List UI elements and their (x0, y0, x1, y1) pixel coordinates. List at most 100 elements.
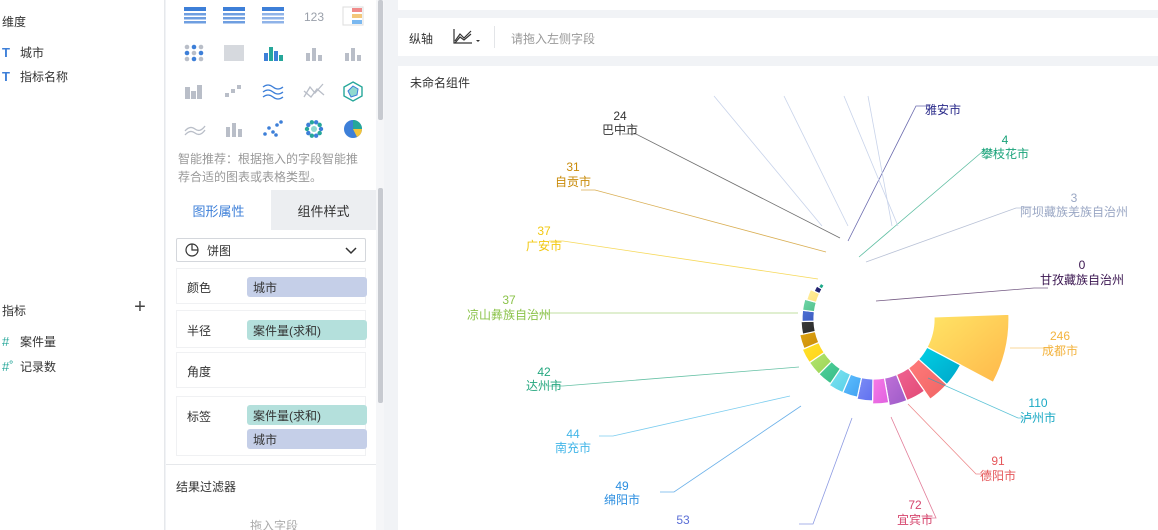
chart-canvas: 246 成都市 110 泸州市 91 德阳市 72 宜宾市 53 49 绵阳市 44 南充市 42 达州市 3… (398, 66, 1158, 530)
line-chart-icon[interactable] (452, 26, 480, 48)
slice-name-label: 雅安市 (925, 102, 961, 117)
label-leader-line (783, 95, 849, 227)
label-leader-line (858, 151, 996, 258)
field-label: 指标名称 (20, 69, 69, 84)
props-scrollbar[interactable] (378, 188, 383, 403)
slice-name-label: 自贡市 (555, 174, 591, 189)
slice-value-label: 72 (908, 498, 922, 512)
result-filter-title: 结果过滤器 (176, 480, 237, 494)
prop-color-row[interactable]: 颜色 城市 (176, 268, 367, 304)
slice-value-label: 91 (991, 454, 1005, 468)
table-icon[interactable] (184, 6, 206, 26)
divider (166, 464, 376, 465)
grouped-bar-icon[interactable] (262, 43, 284, 63)
slice-value-label: 37 (502, 293, 516, 307)
prop-angle-label: 角度 (187, 365, 212, 379)
slice-name-label: 广安市 (526, 238, 562, 253)
multi-line-icon[interactable] (262, 81, 284, 101)
component-title[interactable]: 未命名组件 (410, 74, 470, 91)
filter-dropzone[interactable]: 拖入字段 (176, 505, 372, 530)
y-axis-dropzone[interactable]: 请拖入左侧字段 (511, 30, 595, 47)
tab-graphic-properties[interactable]: 图形属性 (166, 190, 271, 230)
heatmap-icon[interactable] (223, 43, 245, 63)
text-type-icon: T (2, 68, 10, 84)
chart-type-grid: 123 (184, 6, 364, 139)
slice-name-label: 德阳市 (980, 468, 1016, 483)
slice-name-label: 宜宾市 (897, 512, 933, 527)
field-label: 记录数 (20, 359, 57, 374)
column-chart-icon[interactable] (342, 43, 364, 63)
prop-color-label: 颜色 (187, 281, 212, 295)
prop-labels-row[interactable]: 标签 案件量(求和) 城市 (176, 396, 367, 456)
slice-value-label: 24 (613, 109, 627, 123)
add-measure-button[interactable]: + (131, 297, 149, 317)
detail-table-icon[interactable] (262, 6, 284, 26)
slice-value-label: 0 (1079, 258, 1086, 272)
radius-field-pill[interactable]: 案件量(求和) (247, 320, 367, 340)
smart-recommend-hint: 智能推荐：根据拖入的字段智能推荐合适的图表或表格类型。 (178, 152, 359, 184)
slice-name-label: 成都市 (1042, 343, 1078, 358)
label-leader-line (660, 405, 802, 493)
field-city[interactable]: T 城市 (0, 42, 44, 62)
label-field-pill-city[interactable]: 城市 (247, 429, 367, 449)
slice-value-label: 49 (615, 479, 629, 493)
prop-angle-row[interactable]: 角度 (176, 352, 366, 388)
slice-value-label: 246 (1050, 329, 1070, 343)
chart-type-select[interactable]: 饼图 (176, 238, 366, 262)
scatter-bar-icon[interactable] (223, 81, 245, 101)
slice-value-label: 42 (537, 365, 551, 379)
slice-value-label: 4 (1002, 133, 1009, 147)
top-strip (398, 0, 1158, 10)
field-panel: 维度 T 城市 T 指标名称 指标 + # 案件量 #˚ 记录数 (0, 0, 165, 530)
field-record-count[interactable]: #˚ 记录数 (0, 356, 56, 376)
slice-name-label: 泸州市 (1020, 410, 1056, 425)
label-leader-line (622, 133, 841, 239)
config-panel: 123 智能推荐：根据拖入的字段智能推荐合适的图表或表格类型。 图形属性 组件样… (166, 0, 384, 530)
pie-icon[interactable] (342, 119, 364, 139)
svg-text:123: 123 (304, 10, 324, 24)
slice-name-label: 攀枝花市 (981, 146, 1029, 161)
field-indicator-name[interactable]: T 指标名称 (0, 66, 68, 86)
label-leader-line (799, 417, 853, 525)
y-axis-bar: 纵轴 请拖入左侧字段 (398, 18, 1158, 56)
area-line-icon[interactable] (303, 81, 325, 101)
radar-icon[interactable] (342, 81, 364, 102)
label-leader-line (843, 95, 899, 227)
prop-radius-row[interactable]: 半径 案件量(求和) (176, 310, 367, 348)
text-type-icon: T (2, 44, 10, 60)
slice-value-label: 31 (566, 160, 580, 174)
slice-value-label: 110 (1028, 396, 1047, 410)
axis-separator (494, 26, 495, 48)
pie-slice[interactable] (817, 282, 826, 290)
bubble-icon[interactable] (303, 119, 325, 139)
slice-name-label: 巴中市 (602, 122, 638, 137)
label-leader-line (865, 207, 1030, 263)
number-type-icon: #˚ (2, 358, 14, 374)
dot-matrix-icon[interactable] (184, 43, 206, 63)
slice-name-label: 达州市 (526, 378, 562, 393)
pie-slice[interactable] (800, 320, 817, 335)
wave-icon[interactable] (184, 119, 206, 139)
stacked-bar-icon[interactable] (184, 81, 206, 101)
field-case-count[interactable]: # 案件量 (0, 331, 56, 351)
label-leader-line (599, 395, 791, 437)
scatter-icon[interactable] (262, 119, 284, 139)
slice-value-label: 44 (566, 427, 580, 441)
top-scrollbar[interactable] (378, 0, 383, 120)
cross-table-icon[interactable] (223, 6, 245, 26)
label-field-pill-case[interactable]: 案件量(求和) (247, 405, 367, 425)
range-bar-icon[interactable] (223, 119, 245, 139)
color-field-pill[interactable]: 城市 (247, 277, 367, 297)
slice-name-label: 凉山彝族自治州 (467, 307, 551, 322)
config-inner: 123 智能推荐：根据拖入的字段智能推荐合适的图表或表格类型。 图形属性 组件样… (166, 0, 376, 530)
rose-pie-chart[interactable]: 246成都市 110泸州市 91德阳市 72宜宾市 53 49绵阳市 44南充市 42达州市 3… (398, 66, 1158, 530)
label-leader-line (847, 105, 930, 242)
colored-table-icon[interactable] (342, 6, 364, 26)
tab-component-style[interactable]: 组件样式 (271, 190, 376, 230)
bar-chart-icon[interactable] (303, 43, 325, 63)
label-leader-line (907, 403, 990, 475)
kpi-number-icon[interactable]: 123 (303, 6, 325, 26)
label-leader-line (549, 240, 819, 280)
label-leader-line (713, 95, 823, 227)
label-leader-line (875, 287, 1048, 302)
